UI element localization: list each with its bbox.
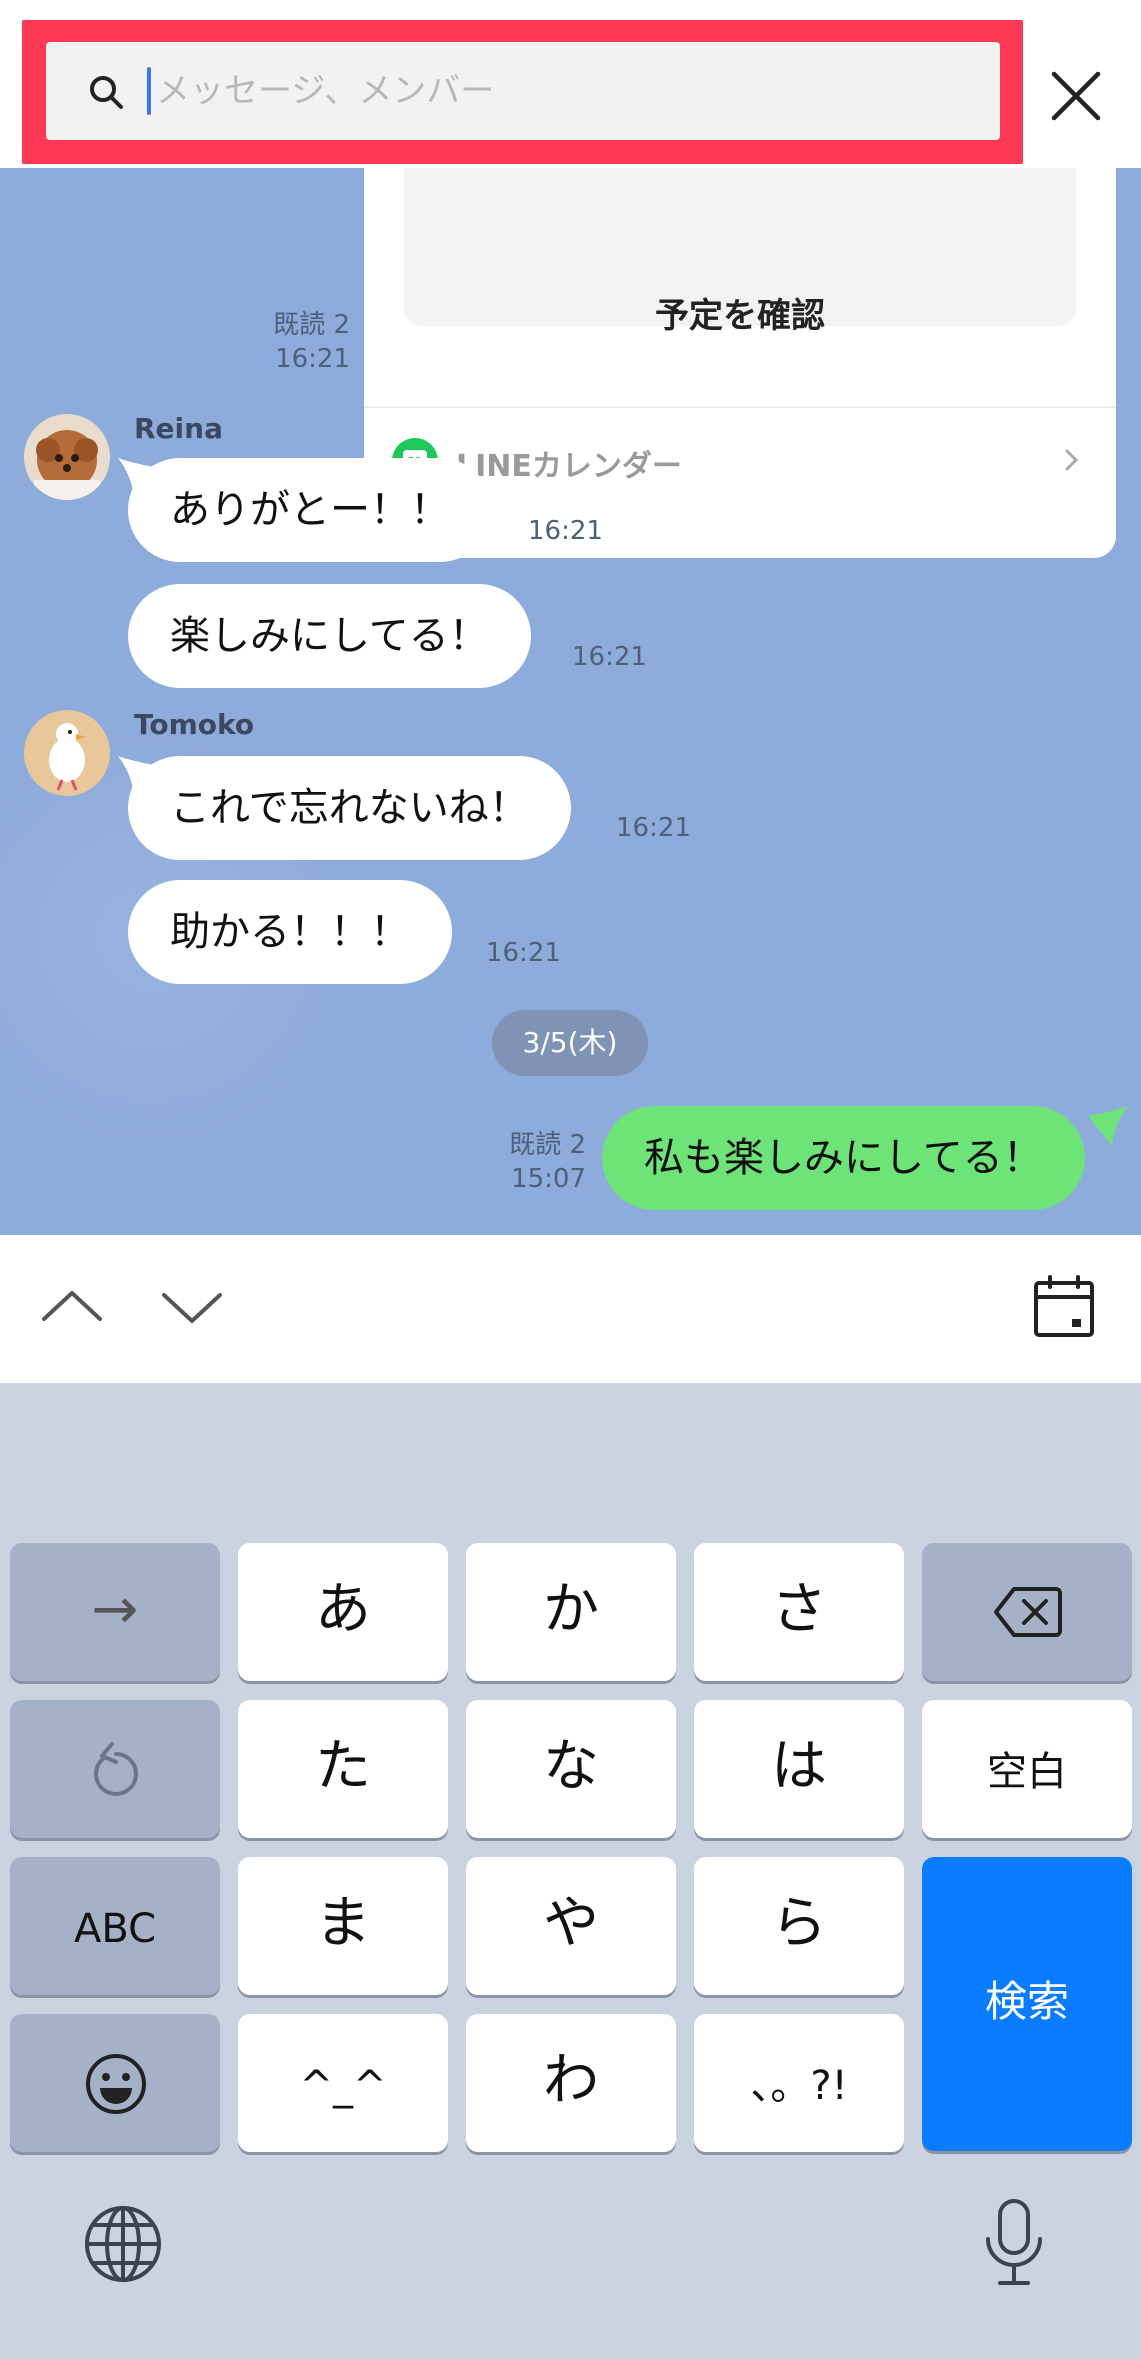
- key-label: は: [771, 1734, 827, 1799]
- message-time: 16:21: [572, 642, 647, 672]
- check-schedule-button[interactable]: 予定を確認: [404, 168, 1076, 336]
- chat-area[interactable]: 予定を確認 31 LINEカレンダー 既読 2 16:21 Reina ありがと: [0, 168, 1141, 1235]
- avatar-tomoko[interactable]: [24, 710, 110, 796]
- key-a[interactable]: あ: [238, 1543, 448, 1681]
- key-label: た: [315, 1734, 371, 1799]
- key-label: ABC: [73, 1906, 157, 1952]
- undo-icon: [94, 1742, 138, 1796]
- chevron-down-icon[interactable]: [158, 1289, 226, 1329]
- search-input[interactable]: [156, 42, 976, 140]
- read-status: 既読 2: [273, 310, 350, 340]
- read-receipt: 既読 2 16:21: [240, 308, 350, 376]
- text-cursor: [147, 67, 151, 115]
- microphone-icon[interactable]: [982, 2195, 1046, 2291]
- key-delete[interactable]: [922, 1543, 1132, 1681]
- key-arrow-right[interactable]: →: [10, 1543, 220, 1681]
- message-time: 16:21: [486, 938, 561, 968]
- message-time: 16:21: [275, 344, 350, 374]
- key-sa[interactable]: さ: [694, 1543, 904, 1681]
- chevron-up-icon[interactable]: [38, 1285, 106, 1325]
- reina-avatar-image: [24, 414, 110, 500]
- message-bubble[interactable]: これで忘れないね！: [128, 756, 571, 860]
- read-receipt: 既読 2 15:07: [470, 1128, 586, 1196]
- search-result-toolbar: [0, 1235, 1141, 1383]
- key-na[interactable]: な: [466, 1700, 676, 1838]
- key-label: ら: [771, 1891, 827, 1956]
- key-label: か: [543, 1577, 599, 1642]
- chevron-right-icon[interactable]: [1062, 445, 1082, 475]
- japanese-keyboard: → あ か さ た な は 空白 ABC ま や ら 検索 ^_^ わ 、。?!: [0, 1383, 1141, 2359]
- date-separator: 3/5(木): [492, 1010, 648, 1076]
- check-schedule-label: 予定を確認: [655, 296, 825, 336]
- sender-name: Tomoko: [134, 708, 255, 741]
- message-bubble[interactable]: 楽しみにしてる！: [128, 584, 531, 688]
- key-punctuation[interactable]: 、。?!: [694, 2014, 904, 2152]
- search-box[interactable]: [46, 42, 1000, 140]
- key-ta[interactable]: た: [238, 1700, 448, 1838]
- message-bubble[interactable]: 助かる！！！: [128, 880, 452, 984]
- card-divider: [364, 406, 1116, 408]
- key-kaomoji[interactable]: ^_^: [238, 2014, 448, 2152]
- key-ma[interactable]: ま: [238, 1857, 448, 1995]
- sender-name: Reina: [134, 412, 223, 445]
- my-message-bubble[interactable]: 私も楽しみにしてる！: [602, 1106, 1085, 1210]
- key-ra[interactable]: ら: [694, 1857, 904, 1995]
- key-label: 空白: [987, 1749, 1067, 1795]
- message-time: 15:07: [511, 1164, 586, 1194]
- key-label: や: [543, 1891, 599, 1956]
- key-label: ^_^: [299, 2063, 387, 2109]
- key-space[interactable]: 空白: [922, 1700, 1132, 1838]
- close-icon[interactable]: [1042, 62, 1110, 130]
- search-icon: [90, 76, 123, 109]
- search-header: [0, 0, 1141, 168]
- key-label: あ: [315, 1577, 371, 1642]
- globe-icon[interactable]: [82, 2203, 164, 2285]
- message-bubble[interactable]: ありがとー！！: [128, 458, 492, 562]
- key-abc[interactable]: ABC: [10, 1857, 220, 1995]
- key-ka[interactable]: か: [466, 1543, 676, 1681]
- key-label: 検索: [984, 1977, 1069, 2026]
- message-time: 16:21: [616, 813, 691, 843]
- avatar-reina[interactable]: [24, 414, 110, 500]
- delete-icon: [994, 1587, 1062, 1637]
- key-label: 、。?!: [750, 2063, 848, 2109]
- key-ha[interactable]: は: [694, 1700, 904, 1838]
- key-search[interactable]: 検索: [922, 1857, 1132, 2151]
- key-label: わ: [543, 2048, 599, 2113]
- tomoko-avatar-image: [24, 710, 110, 796]
- bubble-tail: [1088, 1106, 1128, 1146]
- card-footer-label[interactable]: LINEカレンダー: [456, 441, 682, 485]
- key-label: ま: [315, 1891, 371, 1956]
- emoji-icon: [86, 2054, 146, 2114]
- key-label: さ: [771, 1577, 827, 1642]
- key-undo[interactable]: [10, 1700, 220, 1838]
- key-ya[interactable]: や: [466, 1857, 676, 1995]
- key-label: →: [91, 1577, 139, 1642]
- calendar-icon[interactable]: [1032, 1273, 1096, 1339]
- message-time: 16:21: [528, 516, 603, 546]
- key-label: な: [543, 1734, 599, 1799]
- key-wa[interactable]: わ: [466, 2014, 676, 2152]
- key-emoji[interactable]: [10, 2014, 220, 2152]
- read-status: 既読 2: [509, 1130, 586, 1160]
